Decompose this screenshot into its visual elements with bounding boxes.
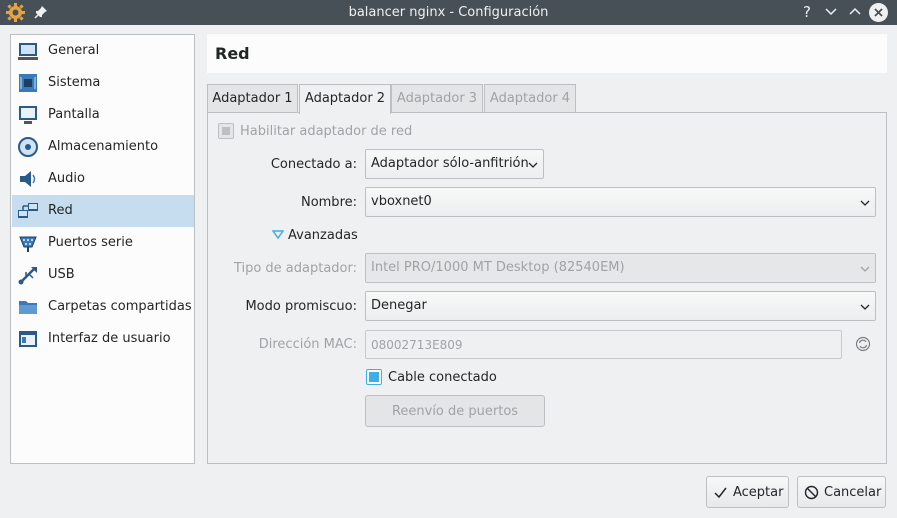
tab-adaptador-4[interactable]: Adaptador 4 [484,84,576,113]
enable-adapter-label: Habilitar adaptador de red [240,124,413,139]
attached-to-label: Conectado a: [270,157,357,172]
sidebar-item-interfaz-de-usuario[interactable]: Interfaz de usuario [12,323,194,355]
audio-icon [20,171,36,187]
serial-ports-icon [19,236,37,252]
sidebar-item-label: Almacenamiento [48,139,159,154]
attached-to-value: Adaptador sólo-anfitrión [371,156,529,171]
cancel-label: Cancelar [824,485,882,500]
advanced-toggle[interactable]: Avanzadas [288,228,358,243]
usb-icon [18,267,37,285]
port-forwarding-button[interactable]: Reenvío de puertos [365,395,545,427]
close-button[interactable] [869,3,888,22]
sidebar-item-label: Red [48,203,73,218]
sidebar-item-label: Pantalla [48,107,100,122]
name-value: vboxnet0 [371,194,432,209]
maximize-icon[interactable] [846,3,864,21]
triangle-down-icon[interactable] [272,230,284,240]
promiscuous-mode-select[interactable]: Denegar [365,291,876,321]
sidebar-item-general[interactable]: General [12,35,194,67]
tab-adaptador-3[interactable]: Adaptador 3 [391,84,483,113]
accept-button[interactable]: Aceptar [706,476,789,508]
name-select[interactable]: vboxnet0 [365,187,876,217]
system-icon [19,74,37,92]
name-label: Nombre: [300,195,357,210]
check-icon [714,487,727,499]
chevron-down-icon [860,304,870,310]
sidebar-item-label: General [48,43,100,58]
cancel-button[interactable]: Cancelar [797,476,886,508]
tab-adaptador-2[interactable]: Adaptador 2 [299,84,391,114]
sidebar-item-usb[interactable]: USB [12,259,194,291]
title-bar[interactable]: balancer nginx - Configuración ? [0,0,897,25]
sidebar-item-red[interactable]: Red [12,195,194,227]
sidebar-item-label: Carpetas compartidas [48,299,192,314]
chevron-down-icon [860,266,870,272]
sidebar-item-label: USB [48,267,75,282]
sidebar-item-label: Interfaz de usuario [48,331,171,346]
adapter-type-value: Intel PRO/1000 MT Desktop (82540EM) [371,260,625,275]
general-icon [18,43,38,60]
chevron-down-icon [860,200,870,206]
page-title: Red [215,44,250,63]
refresh-mac-icon[interactable] [855,336,871,352]
sidebar-item-almacenamiento[interactable]: Almacenamiento [12,131,194,163]
settings-sidebar: General Sistema Pantalla Almacenamiento … [10,34,195,464]
mac-address-label: Dirección MAC: [258,337,357,352]
sidebar-item-label: Puertos serie [48,235,133,250]
attached-to-select[interactable]: Adaptador sólo-anfitrión [365,149,544,179]
cable-connected-checkbox[interactable] [366,369,382,385]
storage-icon [18,137,38,157]
cancel-icon [804,485,819,500]
sidebar-item-pantalla[interactable]: Pantalla [12,99,194,131]
window-title: balancer nginx - Configuración [348,5,549,20]
help-button[interactable]: ? [798,3,816,21]
promiscuous-mode-value: Denegar [371,298,427,313]
close-icon [874,8,883,17]
user-interface-icon [19,331,37,347]
sidebar-item-carpetas-compartidas[interactable]: Carpetas compartidas [12,291,194,323]
sidebar-item-puertos-serie[interactable]: Puertos serie [12,227,194,259]
sidebar-item-sistema[interactable]: Sistema [12,67,194,99]
shared-folders-icon [19,301,37,314]
sidebar-item-audio[interactable]: Audio [12,163,194,195]
adapter-type-label: Tipo de adaptador: [233,261,357,276]
chevron-down-icon [528,162,538,168]
cable-connected-label: Cable conectado [388,370,497,385]
page-header: Red [207,34,887,73]
mac-address-value: 08002713E809 [371,338,463,352]
sidebar-item-label: Audio [48,171,85,186]
minimize-icon[interactable] [822,3,840,21]
adapter-type-select[interactable]: Intel PRO/1000 MT Desktop (82540EM) [365,253,876,283]
tab-adaptador-1[interactable]: Adaptador 1 [207,84,298,113]
port-forwarding-label: Reenvío de puertos [391,404,519,419]
display-icon [19,106,37,124]
mac-address-field[interactable]: 08002713E809 [365,330,842,359]
promiscuous-mode-label: Modo promiscuo: [245,299,357,314]
network-icon [18,203,38,218]
sidebar-item-label: Sistema [48,75,101,90]
enable-adapter-checkbox[interactable] [218,123,234,139]
accept-label: Aceptar [733,485,784,500]
